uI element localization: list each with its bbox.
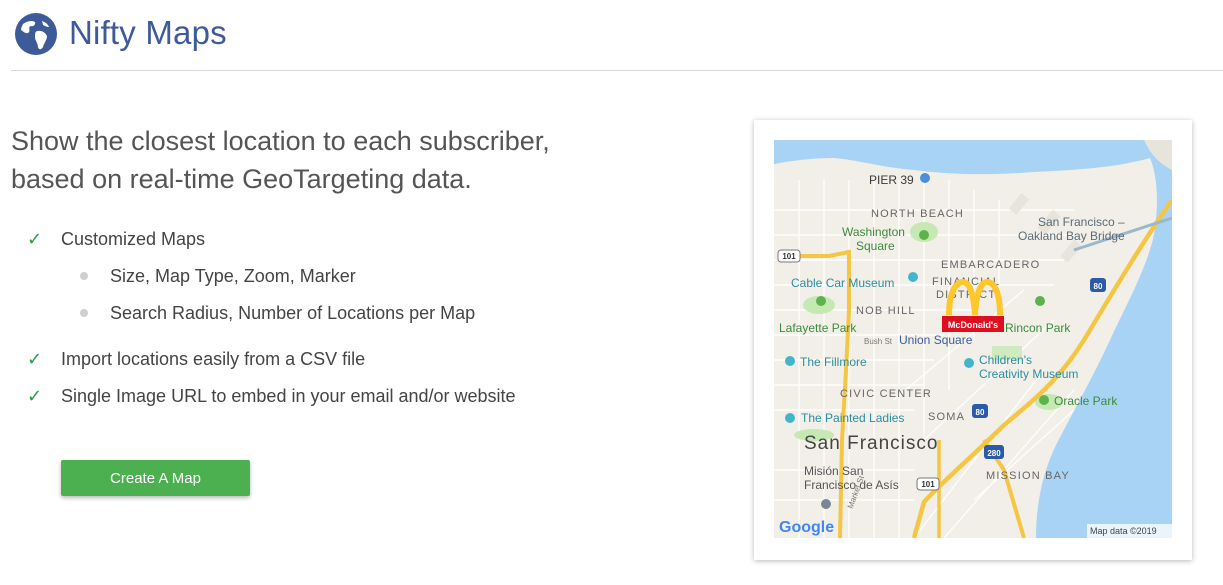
map-label-washington-1: Washington — [842, 225, 905, 239]
map-label-embarcadero: EMBARCADERO — [941, 259, 1040, 271]
headline-line-2: based on real-time GeoTargeting data. — [11, 164, 472, 194]
map-label-union-square: Union Square — [899, 333, 973, 347]
park-pin-icon — [919, 230, 929, 240]
hwy-280-shield: 280 — [987, 449, 1001, 458]
app-header: Nifty Maps — [0, 0, 1223, 72]
map-image[interactable]: 101 80 80 280 101 PIER 39 NORTH BEACH Sa… — [774, 140, 1172, 538]
poi-pin-icon — [920, 173, 930, 183]
globe-icon[interactable] — [14, 12, 58, 56]
map-preview-card: 101 80 80 280 101 PIER 39 NORTH BEACH Sa… — [754, 120, 1192, 560]
map-label-painted-ladies: The Painted Ladies — [801, 411, 904, 425]
map-label-oracle-park: Oracle Park — [1054, 394, 1118, 408]
hwy-80-shield-b: 80 — [976, 408, 985, 417]
map-label-financial-2: DISTRICT — [936, 289, 996, 301]
hwy-101-shield-b: 101 — [921, 480, 935, 489]
feature-item: ✓ Single Image URL to embed in your emai… — [27, 383, 516, 409]
brand-title[interactable]: Nifty Maps — [69, 14, 227, 52]
hwy-101-shield-a: 101 — [782, 252, 796, 261]
map-label-mission-bay: MISSION BAY — [986, 470, 1070, 482]
museum-pin-icon — [964, 358, 974, 368]
sub-feature-item: Search Radius, Number of Locations per M… — [80, 300, 475, 326]
header-divider — [11, 70, 1223, 71]
museum-pin-icon — [908, 272, 918, 282]
map-label-bay-bridge-2: Oakland Bay Bridge — [1018, 229, 1125, 243]
map-label-mission-sf-1: Misión San — [804, 464, 863, 478]
map-label-cable-car: Cable Car Museum — [791, 276, 894, 290]
map-label-pier39: PIER 39 — [869, 173, 914, 187]
google-logo: Google — [779, 519, 834, 536]
bullet-icon — [80, 309, 88, 317]
map-label-soma: SOMA — [928, 411, 965, 423]
map-label-nob-hill: NOB HILL — [856, 305, 916, 317]
map-label-rincon: Rincon Park — [1005, 321, 1071, 335]
map-label-north-beach: NORTH BEACH — [871, 208, 964, 220]
map-attribution[interactable]: Map data ©2019 — [1090, 526, 1157, 536]
map-canvas: 101 80 80 280 101 PIER 39 NORTH BEACH Sa… — [774, 140, 1172, 538]
map-label-lafayette: Lafayette Park — [779, 321, 857, 335]
check-icon: ✓ — [27, 385, 43, 406]
map-label-fillmore: The Fillmore — [800, 355, 867, 369]
feature-label: Customized Maps — [61, 228, 206, 249]
map-label-childrens-2: Creativity Museum — [979, 367, 1078, 381]
feature-item: ✓ Customized Maps — [27, 226, 205, 252]
park-pin-icon — [1035, 296, 1045, 306]
map-label-bush-st: Bush St — [864, 337, 893, 346]
map-label-civic-center: CIVIC CENTER — [840, 388, 932, 400]
church-pin-icon — [821, 499, 831, 509]
map-label-childrens-1: Children's — [979, 353, 1032, 367]
hwy-80-shield-a: 80 — [1094, 282, 1103, 291]
page-headline: Show the closest location to each subscr… — [11, 122, 651, 198]
bullet-icon — [80, 272, 88, 280]
poi-pin-icon — [785, 356, 795, 366]
check-icon: ✓ — [27, 228, 43, 249]
feature-label: Import locations easily from a CSV file — [61, 348, 366, 369]
feature-label: Single Image URL to embed in your email … — [61, 385, 516, 406]
map-label-bay-bridge-1: San Francisco – — [1038, 215, 1125, 229]
check-icon: ✓ — [27, 348, 43, 369]
map-label-city: San Francisco — [804, 433, 938, 454]
marker-text: McDonald's — [948, 320, 998, 330]
sub-feature-label: Size, Map Type, Zoom, Marker — [110, 265, 356, 286]
sub-feature-item: Size, Map Type, Zoom, Marker — [80, 263, 356, 289]
feature-item: ✓ Import locations easily from a CSV fil… — [27, 346, 365, 372]
poi-pin-icon — [785, 413, 795, 423]
park-pin-icon — [1039, 395, 1049, 405]
create-map-button[interactable]: Create A Map — [61, 460, 250, 496]
park-pin-icon — [816, 296, 826, 306]
headline-line-1: Show the closest location to each subscr… — [11, 126, 550, 156]
map-label-washington-2: Square — [856, 239, 895, 253]
sub-feature-label: Search Radius, Number of Locations per M… — [110, 302, 476, 323]
